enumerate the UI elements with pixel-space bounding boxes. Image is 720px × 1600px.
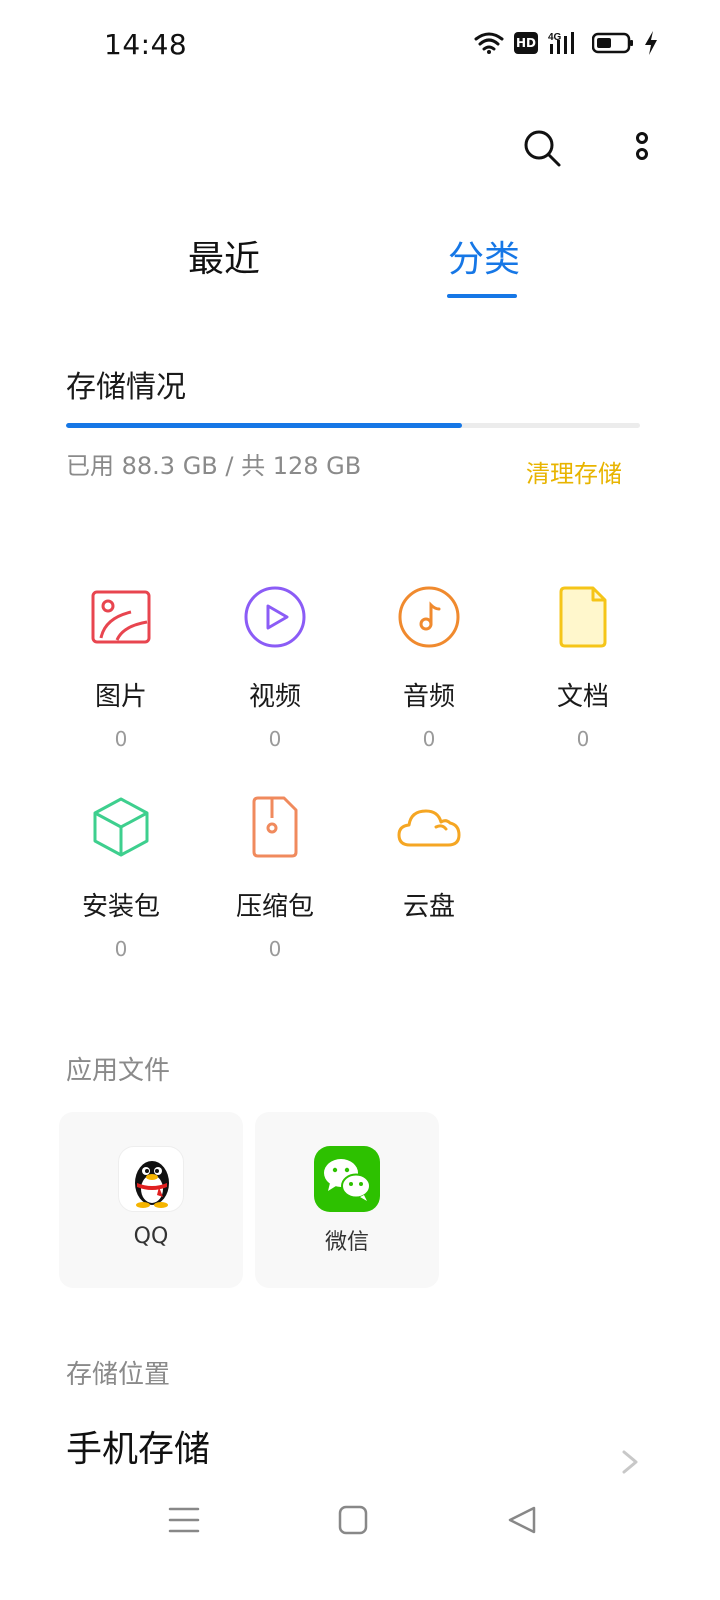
category-documents[interactable]: 文档 0 bbox=[506, 582, 660, 751]
file-manager-screen: 14:48 HD 4G 最近 分类 存储情况 已用 88.3 GB / 共 12… bbox=[0, 0, 720, 1600]
battery-icon bbox=[592, 32, 634, 54]
category-count: 0 bbox=[268, 727, 282, 751]
app-name: QQ bbox=[133, 1224, 169, 1249]
chevron-right-icon[interactable] bbox=[618, 1448, 642, 1480]
tab-category[interactable]: 分类 bbox=[448, 230, 520, 282]
category-label: 视频 bbox=[248, 682, 301, 712]
wifi-icon bbox=[474, 31, 504, 55]
zip-file-icon bbox=[240, 792, 310, 862]
play-circle-icon bbox=[240, 582, 310, 652]
category-count: 0 bbox=[268, 937, 282, 961]
storage-location-title: 存储位置 bbox=[66, 1360, 171, 1390]
tab-active-indicator bbox=[447, 294, 517, 298]
category-count: 0 bbox=[114, 727, 128, 751]
category-label: 云盘 bbox=[402, 892, 455, 922]
app-name: 微信 bbox=[324, 1230, 369, 1255]
tab-bar: 最近 分类 bbox=[0, 222, 720, 302]
category-label: 文档 bbox=[556, 682, 609, 712]
music-note-icon bbox=[394, 582, 464, 652]
category-label: 图片 bbox=[94, 682, 147, 712]
phone-storage-item[interactable]: 手机存储 bbox=[66, 1420, 210, 1472]
app-files-title: 应用文件 bbox=[66, 1056, 171, 1086]
search-icon[interactable] bbox=[520, 126, 564, 170]
image-icon bbox=[86, 582, 156, 652]
signal-4g-icon: 4G bbox=[548, 30, 582, 56]
clean-storage-button[interactable]: 清理存储 bbox=[526, 454, 622, 489]
system-nav-bar bbox=[0, 1490, 720, 1550]
home-square-icon[interactable] bbox=[323, 1490, 383, 1550]
hd-icon: HD bbox=[514, 32, 538, 54]
document-icon bbox=[548, 582, 618, 652]
charging-icon bbox=[644, 31, 658, 55]
category-audio[interactable]: 音频 0 bbox=[352, 582, 506, 751]
app-card-wechat[interactable]: 微信 bbox=[255, 1112, 439, 1288]
category-cloud[interactable]: 云盘 bbox=[352, 792, 506, 923]
category-archives[interactable]: 压缩包 0 bbox=[198, 792, 352, 961]
category-label: 音频 bbox=[402, 682, 455, 712]
more-vertical-icon[interactable] bbox=[620, 126, 664, 170]
category-images[interactable]: 图片 0 bbox=[44, 582, 198, 751]
status-time: 14:48 bbox=[104, 28, 188, 61]
category-count: 0 bbox=[576, 727, 590, 751]
status-icons: HD 4G bbox=[474, 30, 658, 56]
category-videos[interactable]: 视频 0 bbox=[198, 582, 352, 751]
storage-usage-text: 已用 88.3 GB / 共 128 GB bbox=[66, 452, 362, 480]
app-card-qq[interactable]: QQ bbox=[59, 1112, 243, 1288]
cloud-icon bbox=[394, 792, 464, 862]
category-count: 0 bbox=[422, 727, 436, 751]
qq-penguin-icon bbox=[118, 1146, 184, 1212]
storage-progress-fill bbox=[66, 423, 463, 428]
storage-title: 存储情况 bbox=[66, 370, 186, 405]
category-count: 0 bbox=[114, 937, 128, 961]
category-label: 安装包 bbox=[81, 892, 160, 922]
storage-progress-bar bbox=[66, 423, 640, 428]
wechat-icon bbox=[314, 1146, 380, 1212]
back-triangle-icon[interactable] bbox=[492, 1490, 552, 1550]
menu-icon[interactable] bbox=[154, 1490, 214, 1550]
package-cube-icon bbox=[86, 792, 156, 862]
category-label: 压缩包 bbox=[235, 892, 314, 922]
category-packages[interactable]: 安装包 0 bbox=[44, 792, 198, 961]
top-actions bbox=[520, 126, 664, 170]
tab-recent[interactable]: 最近 bbox=[188, 230, 260, 282]
status-bar: 14:48 HD 4G bbox=[0, 0, 720, 90]
